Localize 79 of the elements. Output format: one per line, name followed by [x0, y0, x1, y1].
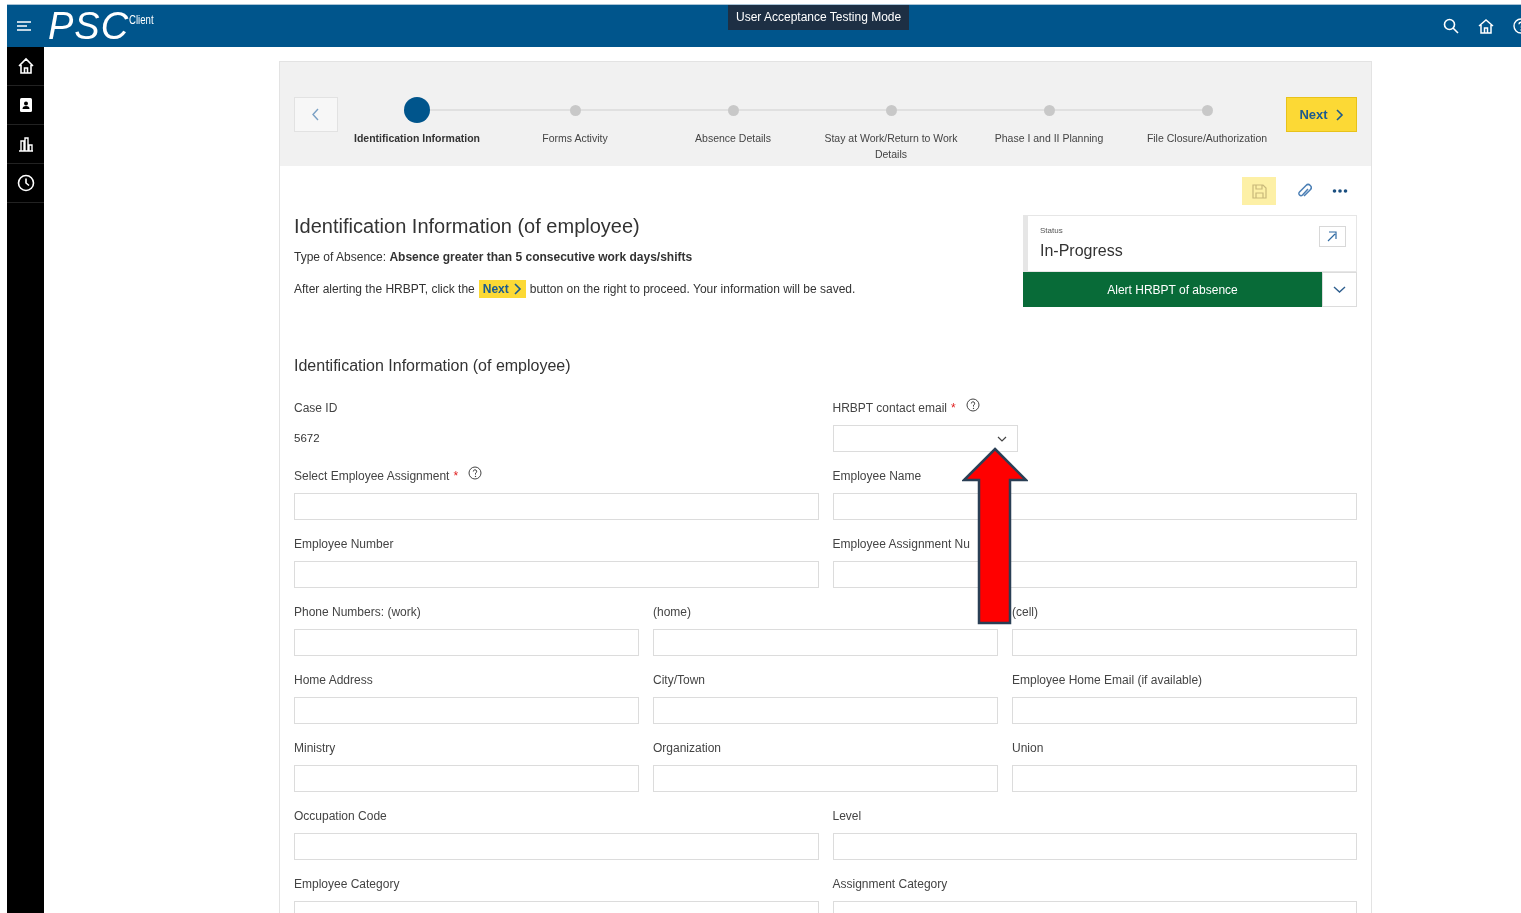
- chevron-right-icon: [511, 282, 522, 296]
- input-field[interactable]: [294, 833, 819, 860]
- step-label[interactable]: Phase I and II Planning: [979, 130, 1119, 146]
- dropdown-button[interactable]: [1322, 272, 1357, 307]
- back-button[interactable]: [294, 97, 338, 132]
- input-field[interactable]: [653, 765, 998, 792]
- logo: PSC: [48, 7, 130, 45]
- alert-button[interactable]: Alert HRBPT of absence: [1023, 272, 1322, 307]
- input-field[interactable]: [832, 833, 1357, 860]
- step-dot[interactable]: [1043, 104, 1055, 116]
- more-icon[interactable]: [1332, 188, 1348, 194]
- step-dot[interactable]: [885, 104, 897, 116]
- chevron-down-icon: [996, 435, 1007, 442]
- input-field[interactable]: [294, 629, 639, 656]
- step-label[interactable]: Identification Information: [347, 130, 487, 146]
- step-label[interactable]: Absence Details: [663, 130, 803, 146]
- step-dot[interactable]: [1201, 104, 1213, 116]
- absence-type-text: Type of Absence: Absence greater than 5 consecutive work days/shifts: [294, 250, 694, 264]
- mode-badge: User Acceptance Testing Mode: [728, 5, 910, 30]
- input-field[interactable]: [294, 765, 639, 792]
- step-label[interactable]: Forms Activity: [505, 130, 645, 146]
- field-value: 5672: [294, 431, 321, 446]
- field-label: City/Town: [653, 673, 705, 687]
- field-label: (cell): [1012, 605, 1038, 619]
- status-label: Status: [1040, 226, 1064, 235]
- bar-chart-icon[interactable]: [16, 135, 35, 153]
- field-label: Organization: [653, 741, 722, 755]
- page-title: Identification Information (of employee): [294, 215, 641, 238]
- next-chip: Next: [478, 280, 526, 298]
- step-label[interactable]: Stay at Work/Return to Work Details: [821, 130, 961, 162]
- input-field[interactable]: [653, 697, 998, 724]
- input-field[interactable]: [832, 561, 1357, 588]
- input-field[interactable]: [1012, 765, 1357, 792]
- input-field[interactable]: [653, 629, 998, 656]
- expand-icon[interactable]: [1319, 226, 1346, 247]
- field-label: Employee Category: [294, 877, 400, 891]
- field-label: Assignment Category: [832, 877, 948, 891]
- field-label: Union: [1012, 741, 1044, 755]
- field-label: Home Address: [294, 673, 373, 687]
- required-mark: *: [951, 401, 956, 415]
- required-mark: *: [453, 469, 459, 483]
- field-label: Employee Name: [832, 469, 922, 483]
- input-field[interactable]: [294, 493, 819, 520]
- field-label: HRBPT contact email: [832, 401, 947, 415]
- step-dot[interactable]: [569, 104, 581, 116]
- field-label: Ministry: [294, 741, 336, 755]
- field-label: Case ID: [294, 401, 338, 415]
- section-title: Identification Information (of employee): [294, 357, 572, 375]
- logo-suffix: Client: [129, 13, 154, 27]
- field-label: Phone Numbers: (work): [294, 605, 421, 619]
- status-value: In-Progress: [1040, 242, 1123, 260]
- home-icon[interactable]: [16, 57, 35, 75]
- clock-icon[interactable]: [16, 174, 35, 192]
- chevron-right-icon: [1333, 107, 1344, 122]
- field-label: Occupation Code: [294, 809, 387, 823]
- input-field[interactable]: [294, 697, 639, 724]
- input-field[interactable]: [1012, 697, 1357, 724]
- help-icon[interactable]: [965, 398, 980, 412]
- field-label: Employee Assignment Nu: [832, 537, 970, 551]
- input-field[interactable]: [832, 493, 1357, 520]
- save-icon[interactable]: [1242, 177, 1276, 205]
- field-label: Select Employee Assignment: [294, 469, 450, 483]
- help-icon[interactable]: [468, 466, 483, 480]
- menu-icon[interactable]: [16, 20, 32, 32]
- dropdown-field[interactable]: [832, 425, 1018, 452]
- step-dot[interactable]: [727, 104, 739, 116]
- instruction-text: After alerting the HRBPT, click the: [294, 282, 475, 296]
- field-label: Employee Number: [294, 537, 394, 551]
- search-icon[interactable]: [1443, 18, 1459, 34]
- step-label[interactable]: File Closure/Authorization: [1137, 130, 1277, 146]
- input-field[interactable]: [1012, 629, 1357, 656]
- field-label: Level: [832, 809, 862, 823]
- input-field[interactable]: [294, 561, 819, 588]
- field-label: (home): [653, 605, 691, 619]
- step-dot[interactable]: [404, 97, 430, 123]
- instruction-text: button on the right to proceed. Your information will be saved.: [529, 282, 856, 296]
- next-button[interactable]: Next: [1286, 97, 1357, 132]
- home-icon[interactable]: [1478, 18, 1494, 34]
- field-label: Employee Home Email (if available): [1012, 673, 1203, 687]
